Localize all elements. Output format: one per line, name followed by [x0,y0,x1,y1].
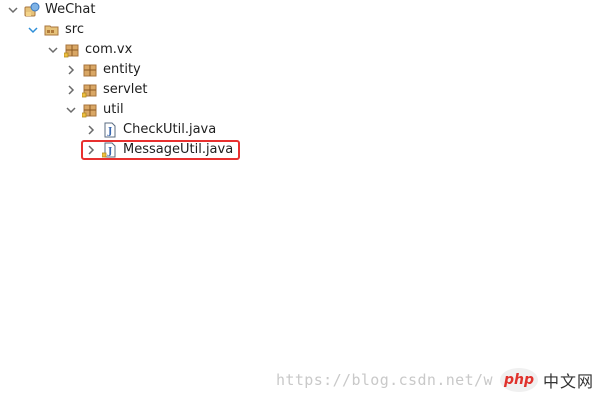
checkutil-label: CheckUtil.java [123,122,217,137]
package-icon [64,42,80,58]
tree-node-project[interactable]: WeChat [6,0,95,20]
chevron-down-icon[interactable] [6,3,20,17]
site-logo: php 中文网 [500,368,594,392]
chevron-down-icon[interactable] [64,103,78,117]
site-name: 中文网 [543,372,595,391]
package-explorer-tree: WeChat src com.vx entity servlet util J … [0,0,300,164]
project-label: WeChat [45,2,96,17]
php-logo-icon: php [500,368,538,392]
tree-node-package[interactable]: com.vx [46,40,132,60]
package-icon [82,102,98,118]
chevron-right-icon[interactable] [84,123,98,137]
chevron-right-icon[interactable] [64,63,78,77]
servlet-label: servlet [103,82,148,97]
tree-node-servlet[interactable]: servlet [64,80,148,100]
package-icon [82,82,98,98]
java-file-icon: J [102,122,118,138]
highlight-box [81,140,240,160]
svg-text:J: J [107,127,112,137]
tree-node-partial [100,160,200,164]
tree-node-checkutil[interactable]: J CheckUtil.java [84,120,216,140]
package-icon [82,62,98,78]
tree-node-entity[interactable]: entity [64,60,141,80]
tree-node-src[interactable]: src [26,20,84,40]
chevron-down-icon[interactable] [26,23,40,37]
source-folder-icon [44,22,60,38]
src-label: src [65,22,84,37]
package-label: com.vx [85,42,133,57]
php-logo-text: php [503,372,534,388]
java-project-icon [24,2,40,18]
chevron-down-icon[interactable] [46,43,60,57]
chevron-right-icon[interactable] [64,83,78,97]
util-label: util [103,102,124,117]
entity-label: entity [103,62,141,77]
tree-node-util[interactable]: util [64,100,124,120]
watermark-url: https://blog.csdn.net/w [276,371,493,389]
